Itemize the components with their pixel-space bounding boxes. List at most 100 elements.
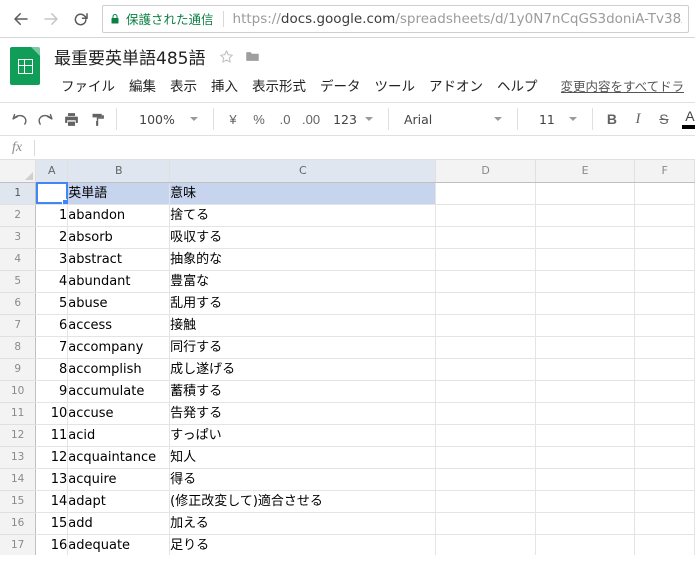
column-header-b[interactable]: B [67,160,171,183]
undo-button[interactable] [6,106,32,132]
cell-E1[interactable] [535,182,636,205]
table-row[interactable]: 10 9 accumulate 蓄積する [0,380,695,403]
column-header-e[interactable]: E [535,160,636,183]
cell-A4[interactable]: 3 [35,248,69,271]
cell-F2[interactable] [634,204,695,227]
row-header-3[interactable]: 3 [0,226,37,249]
column-header-c[interactable]: C [169,160,437,183]
cell-F14[interactable] [634,468,695,491]
cell-C17[interactable]: 足りる [169,534,437,555]
cell-D12[interactable] [435,424,536,447]
row-header-8[interactable]: 8 [0,336,37,359]
cell-B3[interactable]: absorb [67,226,171,249]
cell-C11[interactable]: 告発する [169,402,437,425]
cell-A14[interactable]: 13 [35,468,69,491]
cell-B12[interactable]: acid [67,424,171,447]
cell-E10[interactable] [535,380,636,403]
cell-A13[interactable]: 12 [35,446,69,469]
cell-A10[interactable]: 9 [35,380,69,403]
cell-D5[interactable] [435,270,536,293]
table-row[interactable]: 13 12 acquaintance 知人 [0,446,695,469]
italic-button[interactable]: I [625,106,651,132]
table-row[interactable]: 7 6 access 接触 [0,314,695,337]
cell-D1[interactable] [435,182,536,205]
bold-button[interactable]: B [599,106,625,132]
cell-E7[interactable] [535,314,636,337]
cell-A16[interactable]: 15 [35,512,69,535]
cell-A17[interactable]: 16 [35,534,69,555]
cell-F9[interactable] [634,358,695,381]
cell-F7[interactable] [634,314,695,337]
table-row[interactable]: 6 5 abuse 乱用する [0,292,695,315]
cell-D6[interactable] [435,292,536,315]
table-row[interactable]: 12 11 acid すっぱい [0,424,695,447]
cell-E5[interactable] [535,270,636,293]
cell-A2[interactable]: 1 [35,204,69,227]
row-header-9[interactable]: 9 [0,358,37,381]
cell-A8[interactable]: 7 [35,336,69,359]
cell-E11[interactable] [535,402,636,425]
cell-F6[interactable] [634,292,695,315]
cell-B11[interactable]: accuse [67,402,171,425]
folder-icon[interactable] [244,49,261,64]
cell-C8[interactable]: 同行する [169,336,437,359]
cell-A6[interactable]: 5 [35,292,69,315]
cell-E8[interactable] [535,336,636,359]
cell-C13[interactable]: 知人 [169,446,437,469]
table-row[interactable]: 9 8 accomplish 成し遂げる [0,358,695,381]
menu-item-tools[interactable]: ツール [368,73,423,97]
cell-D2[interactable] [435,204,536,227]
cell-A7[interactable]: 6 [35,314,69,337]
cell-E2[interactable] [535,204,636,227]
strikethrough-button[interactable]: S [651,106,677,132]
cell-E9[interactable] [535,358,636,381]
cell-C7[interactable]: 接触 [169,314,437,337]
cell-E14[interactable] [535,468,636,491]
decrease-decimal-button[interactable]: .0 [272,106,298,132]
forward-button[interactable] [36,4,66,34]
column-header-a[interactable]: A [35,160,69,183]
cell-F4[interactable] [634,248,695,271]
cell-F17[interactable] [634,534,695,555]
spreadsheet-grid[interactable]: A B C D E F 1 英単語 意味 2 1 abandon 捨てる 3 2 absorb 吸収… [0,160,695,555]
cell-E17[interactable] [535,534,636,555]
cell-C4[interactable]: 抽象的な [169,248,437,271]
cell-D17[interactable] [435,534,536,555]
cell-A15[interactable]: 14 [35,490,69,513]
row-header-11[interactable]: 11 [0,402,37,425]
cell-C15[interactable]: (修正改変して)適合させる [169,490,437,513]
cell-B5[interactable]: abundant [67,270,171,293]
menu-item-edit[interactable]: 編集 [122,73,163,97]
cell-E16[interactable] [535,512,636,535]
cell-B4[interactable]: abstract [67,248,171,271]
print-button[interactable] [58,106,84,132]
cell-C10[interactable]: 蓄積する [169,380,437,403]
google-sheets-logo[interactable] [8,43,42,87]
cell-B9[interactable]: accomplish [67,358,171,381]
cell-F8[interactable] [634,336,695,359]
menu-item-addons[interactable]: アドオン [422,73,490,97]
cell-C3[interactable]: 吸収する [169,226,437,249]
cell-A11[interactable]: 10 [35,402,69,425]
menu-item-view[interactable]: 表示 [163,73,204,97]
cell-B6[interactable]: abuse [67,292,171,315]
cell-F5[interactable] [634,270,695,293]
address-bar[interactable]: 保護された通信 https://docs.google.com/spreadsh… [102,4,689,33]
cell-E6[interactable] [535,292,636,315]
table-row[interactable]: 11 10 accuse 告発する [0,402,695,425]
text-color-button[interactable]: A [677,106,695,132]
row-header-14[interactable]: 14 [0,468,37,491]
cell-A3[interactable]: 2 [35,226,69,249]
table-row[interactable]: 4 3 abstract 抽象的な [0,248,695,271]
cell-B16[interactable]: add [67,512,171,535]
cell-B8[interactable]: accompany [67,336,171,359]
row-header-5[interactable]: 5 [0,270,37,293]
row-header-7[interactable]: 7 [0,314,37,337]
cell-B13[interactable]: acquaintance [67,446,171,469]
cell-C14[interactable]: 得る [169,468,437,491]
cell-C16[interactable]: 加える [169,512,437,535]
cell-E12[interactable] [535,424,636,447]
cell-B14[interactable]: acquire [67,468,171,491]
font-size-dropdown[interactable]: 11 [524,106,586,132]
cell-C12[interactable]: すっぱい [169,424,437,447]
